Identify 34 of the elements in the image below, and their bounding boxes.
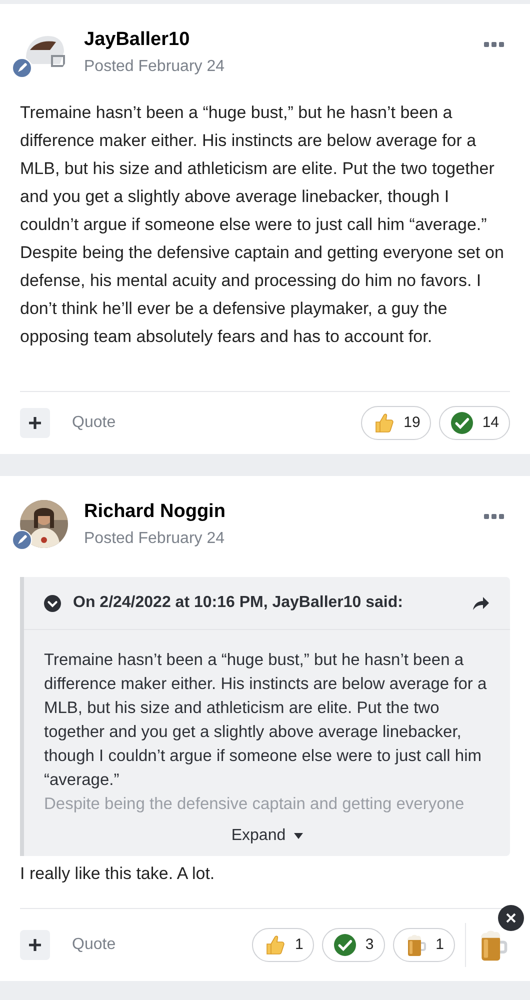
quoted-text: Tremaine hasn’t been a “huge bust,” but he hasn’t been a difference maker either. His instincts are below average for a MLB, but his size and athleticism are elite. Put the two together and you get a slightly above average linebacker, though I couldn’t argue if someone else were to just call him “average.” [44, 650, 488, 791]
post-date: Posted February 24 [84, 57, 226, 77]
caret-icon [294, 833, 303, 839]
reaction-count: 1 [294, 934, 304, 955]
author-name[interactable]: Richard Noggin [84, 500, 484, 524]
expand-button[interactable]: Expand [231, 824, 303, 848]
quoted-text-faded: Despite being the defensive captain and getting everyone [44, 794, 466, 815]
reaction-count: 19 [404, 412, 420, 433]
plus-icon [29, 939, 41, 951]
close-icon[interactable] [498, 905, 524, 931]
reaction-button[interactable]: 19 [360, 406, 432, 440]
more-options-icon[interactable] [484, 514, 504, 520]
checkmark-icon [333, 933, 358, 957]
reaction-button[interactable]: 1 [392, 928, 455, 962]
reaction-button[interactable]: 3 [322, 928, 385, 962]
post-date: Posted February 24 [84, 529, 226, 549]
more-options-icon[interactable] [484, 42, 504, 48]
reaction-count: 14 [482, 412, 499, 433]
post-body: I really like this take. A lot. [20, 863, 216, 885]
quote-button[interactable]: Quote [72, 933, 116, 957]
reaction-count: 3 [365, 934, 374, 955]
share-arrow-icon[interactable] [472, 596, 490, 610]
quote-header: On 2/24/2022 at 10:16 PM, JayBaller10 said: [73, 593, 404, 613]
add-button[interactable] [20, 408, 50, 438]
quote-button[interactable]: Quote [72, 411, 116, 435]
post-body: Tremaine hasn’t been a “huge bust,” but he hasn’t been a difference maker either. His instincts are below average for a MLB, but his size and athleticism are elite. Put the two together and you get a slightly above average linebacker, though I couldn’t argue if someone else were to just call him “average.” Despite being the defensive captain and getting everyone set on defense, his mental acuity and processing do him no favors. I don’t think he’ll ever be a defensive playmaker, a guy the opposing team absolutely fears and has to account for. [20, 102, 505, 348]
plus-icon [29, 417, 41, 429]
chevron-down-icon[interactable] [44, 594, 61, 612]
reaction-button[interactable]: 1 [252, 928, 314, 962]
reaction-button[interactable]: 14 [439, 406, 510, 440]
checkmark-icon [450, 411, 474, 435]
reaction-count: 1 [436, 934, 444, 955]
author-name[interactable]: JayBaller10 [84, 28, 484, 52]
add-button[interactable] [20, 930, 50, 960]
